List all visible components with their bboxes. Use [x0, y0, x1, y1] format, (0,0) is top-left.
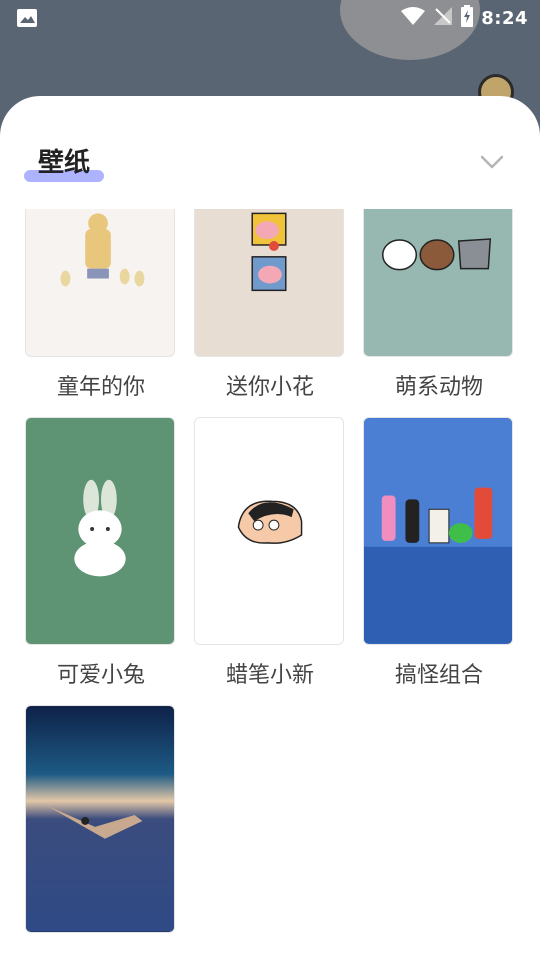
- wallpaper-card[interactable]: 童年的你: [25, 209, 177, 401]
- wallpaper-thumbnail[interactable]: [25, 705, 175, 933]
- sheet-title: 壁纸: [38, 148, 91, 178]
- wallpaper-card[interactable]: 可爱小兔: [25, 417, 177, 689]
- wallpaper-thumbnail[interactable]: [194, 417, 344, 645]
- wallpaper-card[interactable]: [25, 705, 177, 933]
- wallpaper-card[interactable]: 萌系动物: [363, 209, 515, 401]
- wallpaper-thumbnail[interactable]: [363, 417, 513, 645]
- wallpaper-thumbnail[interactable]: [194, 209, 344, 357]
- image-icon: [16, 8, 38, 28]
- wallpaper-label: 萌系动物: [394, 375, 483, 400]
- wallpaper-label: 童年的你: [56, 375, 145, 400]
- wallpaper-card[interactable]: 蜡笔小新: [194, 417, 346, 689]
- status-time: 8:24: [481, 7, 528, 29]
- wallpaper-grid: 童年的你 送你小花 萌系动物 可爱小兔 蜡笔小新 搞怪组合: [0, 209, 540, 960]
- battery-charging-icon: [461, 5, 474, 31]
- wallpaper-card[interactable]: 送你小花: [194, 209, 346, 401]
- wallpaper-sheet: 壁纸 童年的你 送你小花 萌系动物 可爱小兔 蜡笔小新 搞怪组合: [0, 96, 540, 960]
- wifi-icon: [401, 6, 426, 30]
- wallpaper-thumbnail[interactable]: [25, 417, 175, 645]
- wallpaper-label: 搞怪组合: [394, 663, 483, 688]
- wallpaper-card[interactable]: 搞怪组合: [363, 417, 515, 689]
- wallpaper-thumbnail[interactable]: [363, 209, 513, 357]
- chevron-down-icon[interactable]: [480, 154, 504, 170]
- no-signal-icon: [433, 6, 453, 30]
- sheet-header: 壁纸: [0, 96, 540, 206]
- wallpaper-label: 蜡笔小新: [225, 663, 314, 688]
- status-bar: 8:24: [0, 0, 540, 36]
- wallpaper-label: 可爱小兔: [56, 663, 145, 688]
- wallpaper-thumbnail[interactable]: [25, 209, 175, 357]
- sheet-title-wrap: 壁纸: [24, 142, 106, 184]
- wallpaper-label: 送你小花: [225, 375, 314, 400]
